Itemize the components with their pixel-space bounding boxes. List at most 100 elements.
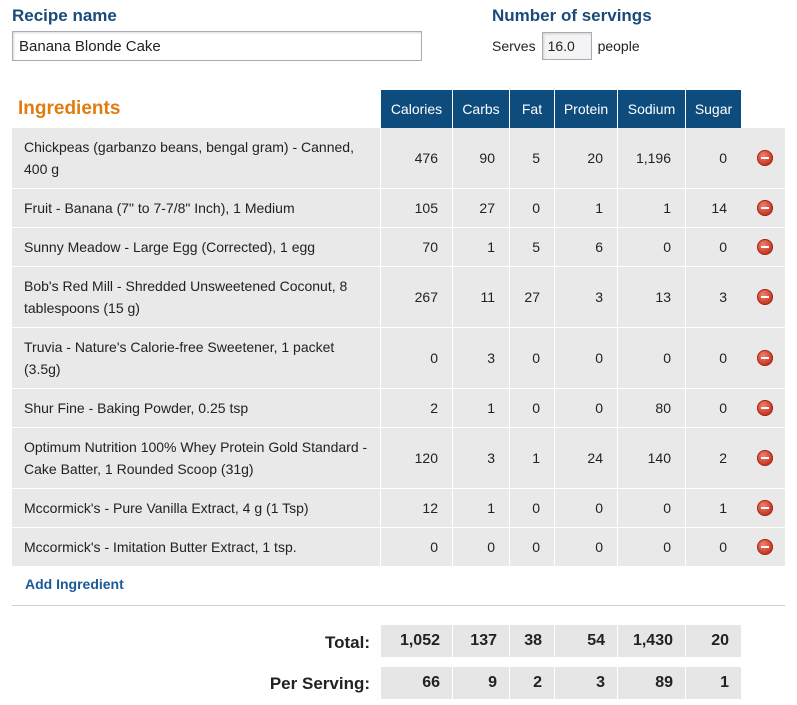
column-header-fat: Fat <box>509 90 554 128</box>
total-calories-value: 1,052 <box>380 625 452 657</box>
ingredient-sodium-cell: 0 <box>617 528 685 566</box>
ingredient-fat-cell: 5 <box>509 228 554 266</box>
ingredient-name: Shur Fine - Baking Powder, 0.25 tsp <box>24 400 249 416</box>
ingredient-name: Truvia - Nature's Calorie-free Sweetener… <box>24 339 335 377</box>
add-ingredient-link[interactable]: Add Ingredient <box>25 576 124 592</box>
column-header-sodium: Sodium <box>617 90 685 128</box>
ingredient-fat-cell: 0 <box>509 528 554 566</box>
ingredient-sugar-cell: 0 <box>685 389 741 427</box>
ingredient-sodium-cell: 1 <box>617 189 685 227</box>
ingredient-name: Sunny Meadow - Large Egg (Corrected), 1 … <box>24 239 316 255</box>
recipe-name-input[interactable] <box>12 31 422 61</box>
total-protein-value: 54 <box>554 625 617 657</box>
ingredient-sugar-cell: 14 <box>685 189 741 227</box>
ingredient-name: Fruit - Banana (7" to 7-7/8" Inch), 1 Me… <box>24 200 295 216</box>
ingredient-row: Mccormick's - Imitation Butter Extract, … <box>12 528 785 567</box>
serves-suffix: people <box>597 38 640 54</box>
ingredient-fat-cell: 5 <box>509 128 554 188</box>
ingredient-fat-cell: 0 <box>509 489 554 527</box>
ingredient-sugar-cell: 2 <box>685 428 741 488</box>
per-serving-protein-value: 3 <box>554 667 617 699</box>
ingredient-carbs-cell: 90 <box>452 128 509 188</box>
ingredient-protein-cell: 6 <box>554 228 617 266</box>
totals-label: Total: <box>324 633 370 652</box>
ingredient-carbs-cell: 27 <box>452 189 509 227</box>
ingredient-row: Truvia - Nature's Calorie-free Sweetener… <box>12 328 785 389</box>
ingredient-row: Bob's Red Mill - Shredded Unsweetened Co… <box>12 267 785 328</box>
ingredient-carbs-cell: 3 <box>452 328 509 388</box>
recipe-name-label: Recipe name <box>12 6 117 25</box>
ingredient-carbs-cell: 3 <box>452 428 509 488</box>
ingredient-row: Sunny Meadow - Large Egg (Corrected), 1 … <box>12 228 785 267</box>
ingredient-protein-cell: 0 <box>554 528 617 566</box>
ingredient-row: Mccormick's - Pure Vanilla Extract, 4 g … <box>12 489 785 528</box>
ingredient-protein-cell: 0 <box>554 489 617 527</box>
ingredient-sugar-cell: 0 <box>685 128 741 188</box>
remove-ingredient-icon[interactable] <box>757 350 773 366</box>
total-sodium-value: 1,430 <box>617 625 685 657</box>
ingredient-sugar-cell: 0 <box>685 528 741 566</box>
ingredient-carbs-cell: 0 <box>452 528 509 566</box>
ingredient-protein-cell: 0 <box>554 389 617 427</box>
column-header-carbs: Carbs <box>452 90 509 128</box>
ingredient-fat-cell: 27 <box>509 267 554 327</box>
ingredient-sodium-cell: 80 <box>617 389 685 427</box>
ingredient-calories-cell: 267 <box>380 267 452 327</box>
column-header-sugar: Sugar <box>685 90 741 128</box>
ingredient-row: Optimum Nutrition 100% Whey Protein Gold… <box>12 428 785 489</box>
remove-ingredient-icon[interactable] <box>757 400 773 416</box>
ingredient-sugar-cell: 1 <box>685 489 741 527</box>
ingredient-calories-cell: 0 <box>380 328 452 388</box>
ingredients-title: Ingredients <box>18 98 121 119</box>
ingredient-calories-cell: 105 <box>380 189 452 227</box>
servings-label: Number of servings <box>492 6 652 25</box>
per-serving-fat-value: 2 <box>509 667 554 699</box>
per-serving-label: Per Serving: <box>269 674 370 693</box>
remove-ingredient-icon[interactable] <box>757 289 773 305</box>
remove-ingredient-icon[interactable] <box>757 539 773 555</box>
ingredient-name: Optimum Nutrition 100% Whey Protein Gold… <box>24 439 368 477</box>
ingredient-protein-cell: 20 <box>554 128 617 188</box>
divider <box>12 605 785 606</box>
ingredient-carbs-cell: 11 <box>452 267 509 327</box>
ingredient-protein-cell: 3 <box>554 267 617 327</box>
ingredient-sodium-cell: 13 <box>617 267 685 327</box>
remove-ingredient-icon[interactable] <box>757 150 773 166</box>
ingredient-sugar-cell: 0 <box>685 328 741 388</box>
remove-ingredient-icon[interactable] <box>757 239 773 255</box>
serves-row: Serves people <box>492 31 640 61</box>
ingredient-calories-cell: 70 <box>380 228 452 266</box>
total-carbs-value: 137 <box>452 625 509 657</box>
ingredient-calories-cell: 120 <box>380 428 452 488</box>
ingredient-protein-cell: 1 <box>554 189 617 227</box>
remove-ingredient-icon[interactable] <box>757 500 773 516</box>
total-fat-value: 38 <box>509 625 554 657</box>
ingredient-fat-cell: 0 <box>509 328 554 388</box>
remove-ingredient-icon[interactable] <box>757 200 773 216</box>
ingredient-sodium-cell: 0 <box>617 328 685 388</box>
ingredient-row: Chickpeas (garbanzo beans, bengal gram) … <box>12 128 785 189</box>
ingredient-row: Shur Fine - Baking Powder, 0.25 tsp 2 1 0 0 8… <box>12 389 785 428</box>
column-header-protein: Protein <box>554 90 617 128</box>
per-serving-carbs-value: 9 <box>452 667 509 699</box>
ingredient-calories-cell: 476 <box>380 128 452 188</box>
ingredient-sugar-cell: 3 <box>685 267 741 327</box>
ingredient-sodium-cell: 0 <box>617 489 685 527</box>
ingredient-fat-cell: 0 <box>509 389 554 427</box>
column-header-calories: Calories <box>380 90 452 128</box>
remove-ingredient-icon[interactable] <box>757 450 773 466</box>
ingredient-name: Bob's Red Mill - Shredded Unsweetened Co… <box>24 278 348 316</box>
per-serving-sodium-value: 89 <box>617 667 685 699</box>
ingredient-sodium-cell: 1,196 <box>617 128 685 188</box>
per-serving-calories-value: 66 <box>380 667 452 699</box>
ingredient-sodium-cell: 140 <box>617 428 685 488</box>
ingredient-calories-cell: 2 <box>380 389 452 427</box>
ingredient-name: Chickpeas (garbanzo beans, bengal gram) … <box>24 139 354 177</box>
ingredient-calories-cell: 12 <box>380 489 452 527</box>
ingredient-sugar-cell: 0 <box>685 228 741 266</box>
per-serving-sugar-value: 1 <box>685 667 741 699</box>
ingredient-protein-cell: 24 <box>554 428 617 488</box>
servings-input[interactable] <box>541 32 592 60</box>
serves-prefix: Serves <box>492 38 536 54</box>
ingredient-carbs-cell: 1 <box>452 489 509 527</box>
